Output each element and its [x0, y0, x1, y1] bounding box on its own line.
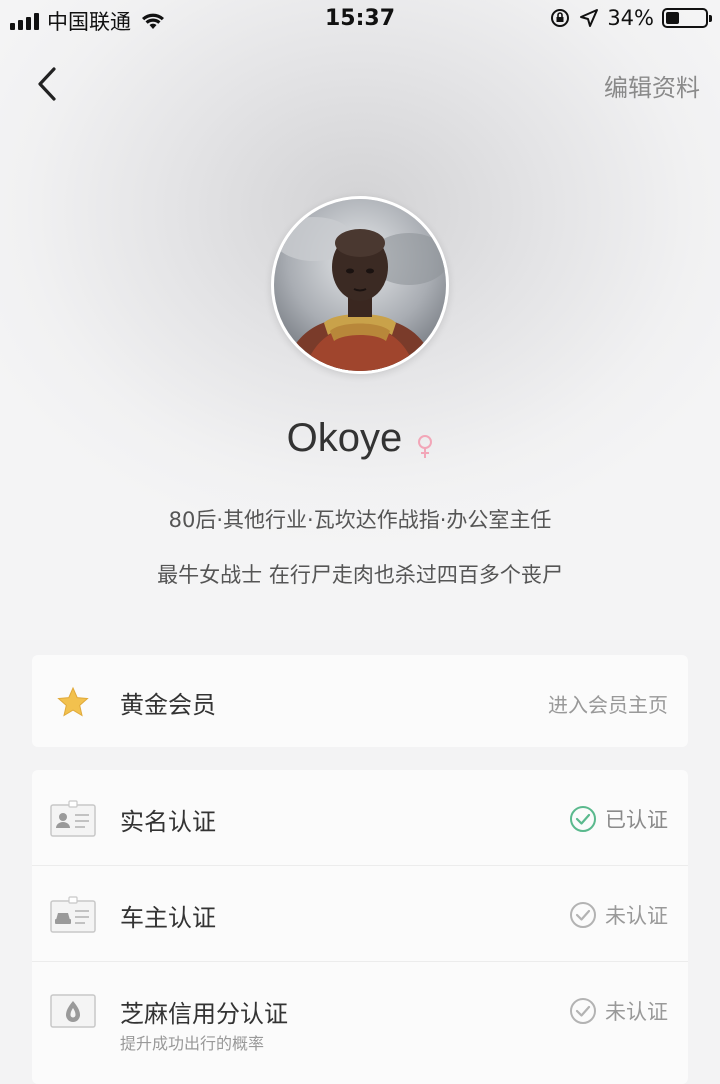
- sesame-icon: [50, 994, 96, 1028]
- status-bar: 中国联通 15:37 34%: [0, 0, 720, 40]
- battery-percent: 34%: [607, 6, 654, 30]
- edit-profile-link[interactable]: 编辑资料: [604, 68, 700, 103]
- verify-row-realname[interactable]: 实名认证 已认证: [32, 770, 688, 866]
- verification-card: 实名认证 已认证 车主认证 未认证 芝麻信用分认证 提升成功出行的概率 未认证: [32, 770, 688, 1084]
- avatar-photo: [274, 199, 446, 371]
- car-card-icon: [50, 896, 96, 933]
- back-button[interactable]: [30, 64, 64, 104]
- verify-status: 未认证: [569, 996, 668, 1026]
- user-name: Okoye: [286, 416, 403, 460]
- check-circle-icon: [570, 902, 596, 928]
- verify-status: 已认证: [569, 804, 668, 834]
- female-icon: [418, 434, 433, 458]
- verify-row-sesame-credit[interactable]: 芝麻信用分认证 提升成功出行的概率 未认证: [32, 962, 688, 1080]
- verify-status-text: 未认证: [605, 904, 668, 928]
- verify-label: 芝麻信用分认证: [120, 1000, 288, 1028]
- verify-status-text: 已认证: [605, 808, 668, 832]
- id-card-icon: [50, 800, 96, 837]
- vip-card[interactable]: 黄金会员 进入会员主页: [32, 655, 688, 747]
- profile-bio: 最牛女战士 在行尸走肉也杀过四百多个丧尸: [157, 563, 563, 587]
- verify-label: 实名认证: [120, 808, 216, 836]
- check-circle-icon: [570, 998, 596, 1024]
- battery-icon: [662, 8, 712, 28]
- rotation-lock-icon: [551, 9, 570, 27]
- star-icon: [57, 686, 89, 717]
- verify-status-text: 未认证: [605, 1000, 668, 1024]
- chevron-left-icon: [38, 67, 56, 101]
- vip-label: 黄金会员: [120, 691, 216, 719]
- verify-row-car-owner[interactable]: 车主认证 未认证: [32, 866, 688, 962]
- location-arrow-icon: [580, 9, 599, 27]
- name-row: Okoye: [0, 416, 720, 461]
- verify-status: 未认证: [569, 900, 668, 930]
- verify-label: 车主认证: [120, 904, 216, 932]
- check-circle-icon: [570, 806, 596, 832]
- profile-info: 80后·其他行业·瓦坎达作战指·办公室主任: [168, 508, 552, 532]
- avatar[interactable]: [271, 196, 449, 374]
- verify-sub-label: 提升成功出行的概率: [120, 1034, 265, 1053]
- vip-home-link[interactable]: 进入会员主页: [548, 689, 668, 718]
